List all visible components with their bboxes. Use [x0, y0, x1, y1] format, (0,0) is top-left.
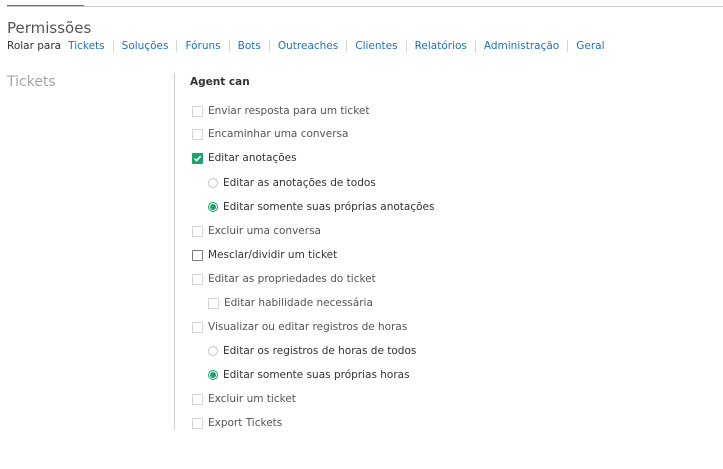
permission-row[interactable]: Editar anotações — [192, 151, 297, 165]
checkbox[interactable] — [192, 249, 203, 261]
permission-label: Excluir um ticket — [208, 393, 296, 405]
permission-label: Editar habilidade necessária — [224, 297, 373, 309]
permission-label: Excluir uma conversa — [208, 225, 321, 237]
permission-row[interactable]: Editar somente suas próprias anotações — [208, 200, 434, 214]
permission-row[interactable]: Enviar resposta para um ticket — [192, 104, 369, 118]
permission-row[interactable]: Editar as anotações de todos — [208, 176, 376, 190]
checkbox — [208, 297, 219, 309]
permission-label: Encaminhar uma conversa — [208, 128, 349, 140]
page-title: Permissões — [7, 19, 92, 38]
checkbox — [192, 128, 203, 140]
section-title: Tickets — [7, 74, 56, 90]
checkbox — [192, 105, 203, 117]
permission-label: Enviar resposta para um ticket — [208, 105, 370, 117]
permission-label: Editar somente suas próprias horas — [223, 369, 410, 381]
checkbox-checked[interactable] — [192, 152, 203, 164]
permission-row[interactable]: Editar habilidade necessária — [208, 296, 373, 310]
permission-row[interactable]: Encaminhar uma conversa — [192, 127, 348, 141]
permission-label: Mesclar/dividir um ticket — [208, 249, 338, 261]
permission-label: Editar anotações — [208, 152, 297, 164]
permission-label: Editar os registros de horas de todos — [223, 345, 417, 357]
permission-label: Editar as anotações de todos — [223, 177, 376, 189]
permission-row[interactable]: Excluir uma conversa — [192, 224, 321, 238]
nav-link-solucoes[interactable]: Soluções — [112, 40, 177, 52]
permission-label: Export Tickets — [208, 417, 283, 429]
nav-link-foruns[interactable]: Fóruns — [176, 40, 228, 52]
scroll-to-label: Rolar para — [7, 40, 62, 52]
nav-link-relatorios[interactable]: Relatórios — [405, 40, 475, 52]
group-heading: Agent can — [190, 76, 250, 88]
permission-label: Visualizar ou editar registros de horas — [208, 321, 408, 333]
radio-selected[interactable] — [208, 202, 218, 212]
checkbox — [192, 273, 203, 285]
scroll-to-nav: Rolar para Tickets Soluções Fóruns Bots … — [7, 39, 613, 53]
checkbox — [192, 225, 203, 237]
radio-dot-icon — [210, 372, 216, 378]
radio-selected[interactable] — [208, 370, 218, 380]
permission-label: Editar as propriedades do ticket — [208, 273, 376, 285]
nav-link-geral[interactable]: Geral — [567, 40, 612, 52]
permission-row[interactable]: Visualizar ou editar registros de horas — [192, 320, 407, 334]
permission-label: Editar somente suas próprias anotações — [223, 201, 435, 213]
permission-row[interactable]: Editar somente suas próprias horas — [208, 368, 410, 382]
permission-row[interactable]: Editar as propriedades do ticket — [192, 272, 376, 286]
checkbox — [192, 417, 203, 429]
nav-link-clientes[interactable]: Clientes — [346, 40, 405, 52]
permission-row[interactable]: Editar os registros de horas de todos — [208, 344, 416, 358]
nav-link-tickets[interactable]: Tickets — [68, 40, 113, 52]
permission-row[interactable]: Mesclar/dividir um ticket — [192, 248, 337, 262]
checkbox — [192, 321, 203, 333]
radio-button[interactable] — [208, 346, 218, 356]
checkbox — [192, 393, 203, 405]
permission-row[interactable]: Export Tickets — [192, 416, 282, 430]
nav-link-outreaches[interactable]: Outreaches — [268, 40, 346, 52]
nav-link-administracao[interactable]: Administração — [474, 40, 567, 52]
permission-row[interactable]: Excluir um ticket — [192, 392, 296, 406]
radio-dot-icon — [210, 204, 216, 210]
radio-button[interactable] — [208, 178, 218, 188]
section-divider — [174, 73, 175, 430]
checkmark-icon — [193, 155, 202, 162]
nav-link-bots[interactable]: Bots — [228, 40, 269, 52]
header-divider — [7, 6, 723, 7]
